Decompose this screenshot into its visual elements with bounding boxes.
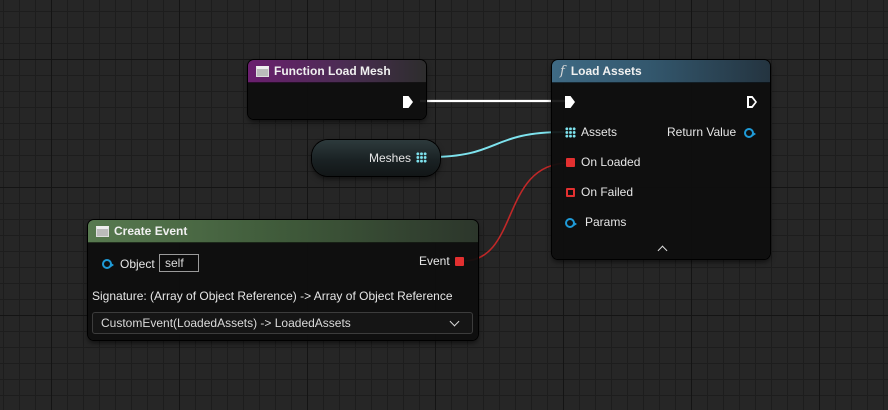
collapse-chevron-icon[interactable] bbox=[657, 245, 668, 256]
on-loaded-label: On Loaded bbox=[581, 155, 641, 169]
array-out-pin[interactable] bbox=[416, 152, 427, 163]
params-label: Params bbox=[585, 215, 627, 229]
object-pin[interactable] bbox=[102, 259, 114, 269]
on-failed-pin[interactable] bbox=[566, 188, 575, 197]
exec-in-pin[interactable] bbox=[565, 96, 575, 108]
node-header[interactable]: f Load Assets bbox=[552, 60, 770, 83]
object-label: Object bbox=[120, 257, 155, 271]
node-header[interactable]: Function Load Mesh bbox=[248, 60, 426, 83]
object-self-field[interactable]: self bbox=[159, 254, 199, 272]
exec-out-pin[interactable] bbox=[747, 96, 757, 108]
exec-out-pin[interactable] bbox=[403, 96, 413, 108]
chevron-down-icon bbox=[449, 316, 460, 327]
array-wire bbox=[429, 131, 565, 158]
variable-label: Meshes bbox=[369, 151, 412, 165]
node-title: Function Load Mesh bbox=[274, 64, 391, 78]
create-event-node[interactable]: Create Event Object self Event Signature… bbox=[88, 220, 478, 340]
node-header[interactable]: Create Event bbox=[88, 220, 478, 243]
create-event-icon bbox=[96, 225, 109, 237]
return-value-label: Return Value bbox=[667, 125, 737, 139]
event-label: Event bbox=[419, 254, 450, 268]
params-pin[interactable] bbox=[565, 218, 577, 228]
function-load-mesh-node[interactable]: Function Load Mesh bbox=[248, 60, 426, 119]
signature-text: Signature: (Array of Object Reference) -… bbox=[92, 289, 453, 303]
dropdown-value: CustomEvent(LoadedAssets) -> LoadedAsset… bbox=[101, 316, 351, 330]
on-loaded-pin[interactable] bbox=[566, 158, 575, 167]
function-select-dropdown[interactable]: CustomEvent(LoadedAssets) -> LoadedAsset… bbox=[92, 312, 473, 334]
assets-pin[interactable] bbox=[565, 127, 576, 138]
on-failed-label: On Failed bbox=[581, 185, 634, 199]
function-entry-icon bbox=[256, 65, 269, 77]
meshes-variable-node[interactable]: Meshes bbox=[312, 140, 440, 176]
return-value-pin[interactable] bbox=[744, 128, 756, 138]
node-title: Load Assets bbox=[570, 64, 642, 78]
assets-label: Assets bbox=[581, 125, 618, 139]
event-out-pin[interactable] bbox=[455, 257, 464, 266]
load-assets-node[interactable]: f Load Assets Assets Return Value On Loa… bbox=[552, 60, 770, 259]
node-title: Create Event bbox=[114, 224, 188, 238]
function-icon: f bbox=[560, 63, 565, 79]
